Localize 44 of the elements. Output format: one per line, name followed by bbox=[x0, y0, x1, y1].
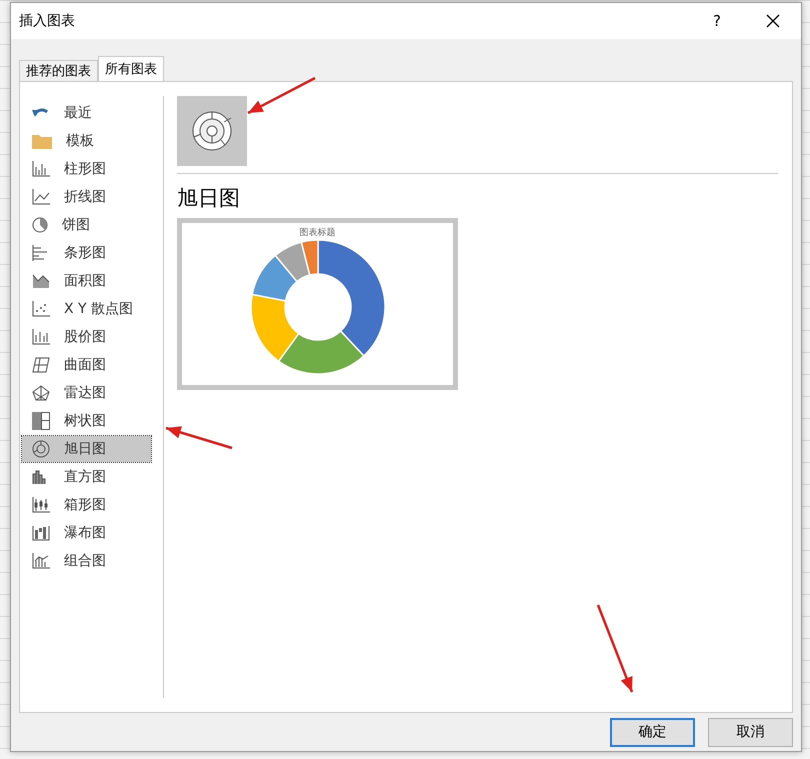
chart-type-item[interactable]: 雷达图 bbox=[22, 380, 151, 406]
annotation-arrow bbox=[247, 76, 316, 114]
chart-type-item[interactable]: 条形图 bbox=[22, 240, 151, 266]
chart-type-item[interactable]: 模板 bbox=[22, 128, 151, 154]
chart-type-item[interactable]: 饼图 bbox=[22, 212, 151, 238]
folder-icon bbox=[32, 133, 52, 149]
cancel-button[interactable]: 取消 bbox=[708, 718, 793, 746]
window-title: 插入图表 bbox=[19, 12, 76, 30]
chart-type-item[interactable]: 箱形图 bbox=[22, 492, 151, 518]
help-button[interactable]: ? bbox=[689, 3, 745, 39]
annotation-arrow bbox=[166, 426, 232, 450]
tab[interactable]: 所有图表 bbox=[98, 56, 164, 82]
close-icon bbox=[766, 14, 780, 28]
chart-type-item[interactable]: 最近 bbox=[22, 100, 151, 126]
combo-chart-icon bbox=[32, 553, 50, 569]
chart-type-item[interactable]: 组合图 bbox=[22, 548, 151, 574]
chart-title: 图表标题 bbox=[300, 226, 336, 239]
chart-type-item[interactable]: 股价图 bbox=[22, 324, 151, 350]
chart-type-item[interactable]: 旭日图 bbox=[22, 436, 151, 462]
bar-chart-icon bbox=[32, 245, 50, 261]
box-plot-icon bbox=[32, 497, 50, 513]
chart-type-item[interactable]: 折线图 bbox=[22, 184, 151, 210]
chart-type-item[interactable]: 柱形图 bbox=[22, 156, 151, 182]
area-chart-icon bbox=[32, 273, 50, 289]
chart-type-item[interactable]: 曲面图 bbox=[22, 352, 151, 378]
column-chart-icon bbox=[32, 161, 50, 177]
surface-chart-icon bbox=[32, 357, 50, 373]
waterfall-chart-icon bbox=[32, 525, 50, 541]
chart-subtype-thumbnail[interactable] bbox=[177, 96, 247, 166]
sunburst-icon bbox=[32, 440, 50, 458]
scatter-chart-icon bbox=[32, 301, 50, 317]
chart-type-item[interactable]: 树状图 bbox=[22, 408, 151, 434]
pie-chart-icon bbox=[32, 217, 48, 233]
chart-type-item[interactable]: X Y 散点图 bbox=[22, 296, 151, 322]
ok-button[interactable]: 确定 bbox=[610, 718, 695, 746]
radar-chart-icon bbox=[32, 385, 50, 401]
chart-type-item[interactable]: 面积图 bbox=[22, 268, 151, 294]
tab[interactable]: 推荐的图表 bbox=[19, 60, 98, 82]
chart-type-heading: 旭日图 bbox=[177, 185, 241, 212]
line-chart-icon bbox=[32, 189, 50, 205]
chart-type-item[interactable]: 瀑布图 bbox=[22, 520, 151, 546]
chart-type-item[interactable]: 直方图 bbox=[22, 464, 151, 490]
treemap-icon bbox=[32, 412, 50, 430]
stock-chart-icon bbox=[32, 329, 50, 345]
